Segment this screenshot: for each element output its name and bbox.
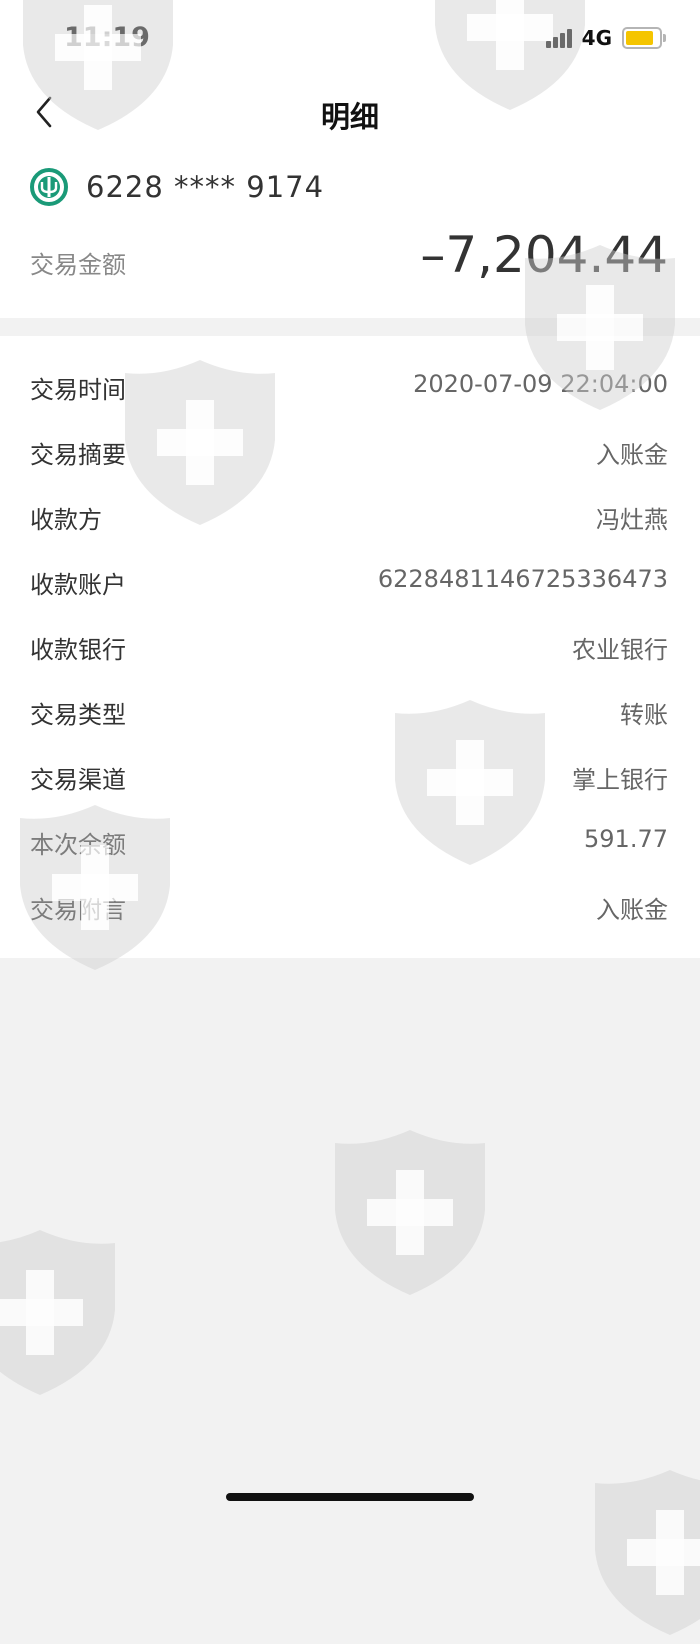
detail-value: 转账 [620, 701, 668, 729]
detail-value: 6228481146725336473 [377, 565, 668, 593]
shield-cross-icon [0, 1225, 120, 1400]
detail-label: 收款银行 [30, 636, 126, 664]
status-bar: 11:19 4G [0, 0, 700, 76]
detail-value: 入账金 [596, 896, 668, 924]
battery-tip [663, 34, 666, 42]
detail-row-note: 交易附言 入账金 [0, 874, 700, 939]
detail-value: 入账金 [596, 441, 668, 469]
battery-icon [622, 27, 666, 49]
account-row: 6228 **** 9174 [30, 168, 324, 206]
signal-icon [545, 28, 574, 48]
detail-value: 掌上银行 [572, 766, 668, 794]
shield-cross-icon [330, 1125, 490, 1300]
amount-value: –7,204.44 [420, 226, 668, 284]
detail-row-time: 交易时间 2020-07-09 22:04:00 [0, 354, 700, 419]
detail-label: 收款账户 [30, 571, 126, 599]
shield-cross-icon [590, 1465, 700, 1640]
detail-row-summary: 交易摘要 入账金 [0, 419, 700, 484]
detail-list: 交易时间 2020-07-09 22:04:00 交易摘要 入账金 收款方 冯灶… [0, 354, 700, 939]
detail-row-payee-bank: 收款银行 农业银行 [0, 614, 700, 679]
detail-label: 交易类型 [30, 701, 126, 729]
detail-label: 交易摘要 [30, 441, 126, 469]
home-indicator[interactable] [226, 1493, 474, 1501]
nav-bar: 明细 [0, 76, 700, 148]
detail-row-channel: 交易渠道 掌上银行 [0, 744, 700, 809]
status-indicators: 4G [545, 26, 666, 50]
detail-value: 591.77 [584, 825, 668, 853]
amount-label: 交易金额 [30, 251, 126, 279]
account-number: 6228 **** 9174 [86, 170, 325, 204]
detail-value: 农业银行 [572, 636, 668, 664]
network-type: 4G [581, 26, 612, 50]
detail-row-payee: 收款方 冯灶燕 [0, 484, 700, 549]
detail-label: 交易附言 [30, 896, 126, 924]
detail-row-balance: 本次余额 591.77 [0, 809, 700, 874]
detail-label: 交易时间 [30, 376, 126, 404]
detail-label: 交易渠道 [30, 766, 126, 794]
detail-value: 冯灶燕 [596, 506, 668, 534]
detail-label: 收款方 [30, 506, 102, 534]
detail-label: 本次余额 [30, 831, 126, 859]
detail-row-payee-account: 收款账户 6228481146725336473 [0, 549, 700, 614]
agricultural-bank-logo [30, 168, 68, 206]
status-time: 11:19 [64, 22, 150, 53]
detail-value: 2020-07-09 22:04:00 [413, 370, 668, 398]
detail-row-type: 交易类型 转账 [0, 679, 700, 744]
page-title: 明细 [320, 100, 379, 134]
battery-fill [626, 31, 654, 45]
